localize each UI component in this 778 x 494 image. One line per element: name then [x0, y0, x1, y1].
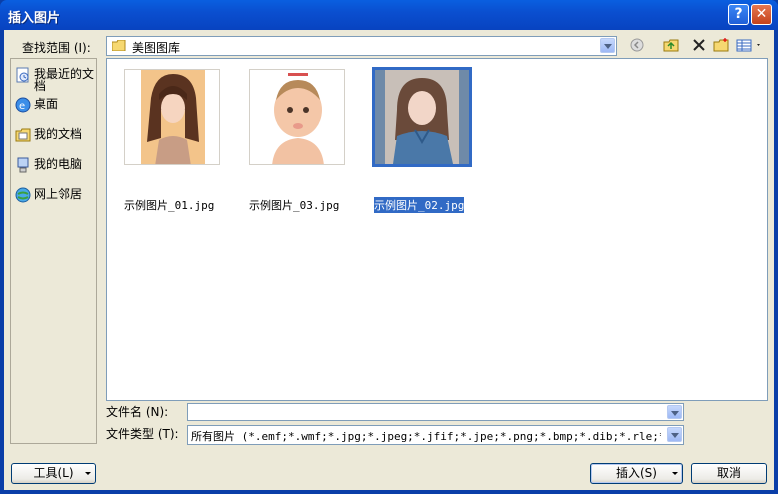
place-label: 网上邻居 — [34, 187, 83, 201]
filename-label: 文件名 (N): — [106, 405, 169, 419]
place-my-documents[interactable]: 我的文档 — [15, 125, 97, 151]
tools-button[interactable]: 工具(L) — [11, 463, 96, 484]
dialog-body: 查找范围 (I): 美图图库 我最近的文 档 e 桌面 我的文档 我的电脑 网上… — [4, 30, 774, 490]
filetype-select[interactable]: 所有图片 (*.emf;*.wmf;*.jpg;*.jpeg;*.jfif;*.… — [187, 425, 684, 445]
file-thumbnail-02[interactable] — [372, 67, 472, 167]
lookin-value: 美图图库 — [132, 41, 181, 55]
desktop-icon: e — [15, 97, 31, 113]
cancel-button-label: 取消 — [716, 466, 741, 480]
place-label: 我的文档 — [34, 127, 83, 141]
recent-docs-icon — [15, 67, 31, 83]
cancel-button[interactable]: 取消 — [691, 463, 767, 484]
chevron-down-icon — [85, 472, 91, 475]
my-documents-icon — [15, 127, 31, 143]
filename-input[interactable] — [187, 403, 684, 421]
svg-text:e: e — [19, 101, 25, 112]
file-thumbnail-03[interactable] — [249, 69, 345, 165]
title-bar: 插入图片 ? ✕ — [0, 0, 778, 30]
place-label: 我的电脑 — [34, 157, 83, 171]
place-network[interactable]: 网上邻居 — [15, 185, 97, 211]
filetype-label: 文件类型 (T): — [106, 427, 179, 441]
file-name-03[interactable]: 示例图片_03.jpg — [249, 197, 339, 213]
folder-icon — [111, 39, 126, 52]
place-desktop[interactable]: e 桌面 — [15, 95, 97, 121]
insert-picture-dialog: 插入图片 ? ✕ 查找范围 (I): 美图图库 我最近的文 档 e 桌面 我的文… — [0, 0, 778, 494]
chevron-down-icon[interactable] — [600, 38, 615, 53]
delete-icon[interactable] — [690, 37, 708, 55]
file-list[interactable]: 示例图片_01.jpg 示例图片_03.jpg 示例图片_02.jpg — [106, 58, 768, 401]
help-button[interactable]: ? — [728, 4, 749, 25]
file-name-02[interactable]: 示例图片_02.jpg — [374, 197, 465, 213]
lookin-combo[interactable]: 美图图库 — [106, 36, 617, 56]
my-computer-icon — [15, 157, 31, 173]
place-label: 桌面 — [34, 97, 59, 111]
file-thumbnail-01[interactable] — [124, 69, 220, 165]
baby-image-03 — [268, 70, 328, 164]
new-folder-icon[interactable] — [712, 37, 730, 55]
file-name-01[interactable]: 示例图片_01.jpg — [124, 197, 214, 213]
insert-button-label: 插入(S) — [616, 466, 657, 480]
place-my-computer[interactable]: 我的电脑 — [15, 155, 97, 181]
views-icon[interactable] — [736, 37, 764, 55]
close-button[interactable]: ✕ — [751, 4, 772, 25]
insert-button[interactable]: 插入(S) — [590, 463, 683, 484]
back-icon[interactable] — [628, 37, 646, 55]
network-places-icon — [15, 187, 31, 203]
filetype-value: 所有图片 (*.emf;*.wmf;*.jpg;*.jpeg;*.jfif;*.… — [191, 430, 661, 443]
place-label-line2: 档 — [34, 79, 47, 93]
places-bar: 我最近的文 档 e 桌面 我的文档 我的电脑 网上邻居 — [10, 58, 97, 444]
chevron-down-icon — [672, 472, 678, 475]
chevron-down-icon[interactable] — [667, 427, 682, 442]
selfie-image-02 — [375, 70, 469, 164]
place-recent-documents[interactable]: 我最近的文 档 — [15, 65, 97, 93]
lookin-label: 查找范围 (I): — [22, 41, 91, 55]
tools-button-label: 工具(L) — [33, 466, 74, 480]
up-folder-icon[interactable] — [662, 37, 680, 55]
portrait-image-01 — [141, 70, 205, 164]
dialog-title: 插入图片 — [8, 11, 61, 26]
chevron-down-icon[interactable] — [667, 405, 682, 419]
